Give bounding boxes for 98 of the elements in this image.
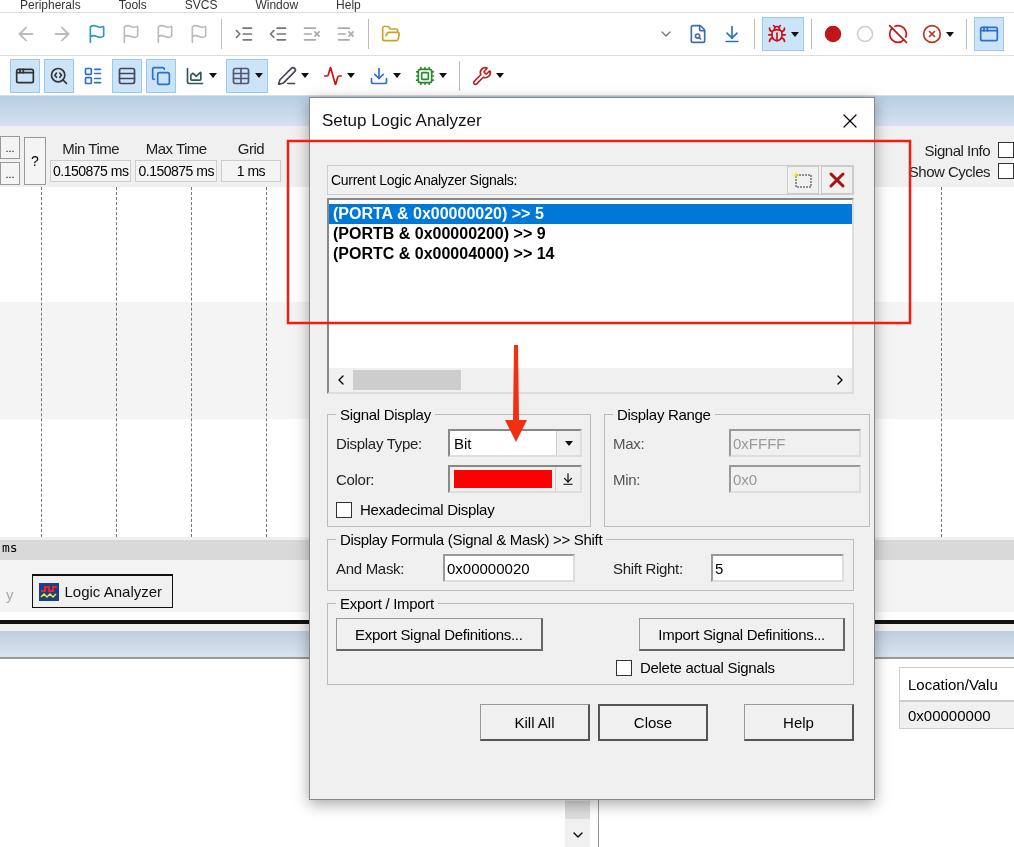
time-label: Max Time bbox=[145, 139, 207, 157]
caret-icon bbox=[209, 73, 217, 78]
scroll-thumb[interactable] bbox=[565, 801, 590, 819]
windows-icon bbox=[151, 65, 171, 86]
checkbox-label: Delete actual Signals bbox=[640, 659, 775, 676]
circle-cross-icon bbox=[922, 24, 942, 44]
menu-item[interactable]: Window bbox=[255, 0, 299, 12]
ellipsis-button[interactable]: ... bbox=[0, 136, 20, 159]
search-document-icon bbox=[49, 65, 69, 86]
caret-icon bbox=[946, 31, 954, 37]
time-value: 1 ms bbox=[220, 159, 281, 182]
document-search-icon bbox=[688, 24, 708, 44]
table-cell: 0x00000000 bbox=[899, 701, 1014, 729]
caret-icon bbox=[791, 31, 799, 37]
field-label: Min: bbox=[613, 470, 642, 488]
field-label: Color: bbox=[336, 470, 376, 488]
time-value: 0.150875 ms bbox=[50, 159, 132, 182]
and-mask-field[interactable]: 0x00000020 bbox=[443, 554, 575, 582]
toolbar-button[interactable] bbox=[112, 58, 142, 93]
tools-icon bbox=[472, 65, 492, 86]
option-label: Show Cycles bbox=[908, 162, 990, 180]
group-title: Signal Display bbox=[339, 406, 432, 423]
menu-item[interactable]: Tools bbox=[118, 0, 147, 12]
edit-icon bbox=[277, 65, 297, 86]
menu-item[interactable]: SVCS bbox=[184, 0, 218, 12]
window-icon bbox=[979, 24, 999, 44]
flag-icon bbox=[121, 24, 141, 44]
indent-icon bbox=[234, 24, 254, 44]
new-signal-button[interactable] bbox=[787, 166, 819, 194]
debug-icon bbox=[767, 24, 787, 44]
toolbar-button[interactable] bbox=[10, 58, 40, 93]
display-type-select[interactable]: Bit bbox=[448, 429, 582, 457]
caret-icon bbox=[564, 440, 573, 446]
checkbox[interactable] bbox=[616, 659, 632, 676]
toolbar-button[interactable] bbox=[226, 58, 268, 93]
color-picker[interactable] bbox=[448, 465, 582, 493]
field-label: Max: bbox=[613, 434, 646, 452]
dialog-button[interactable]: Help bbox=[744, 704, 854, 741]
window-list-icon bbox=[83, 65, 103, 86]
caret-icon bbox=[439, 73, 447, 78]
time-label: Min Time bbox=[62, 139, 120, 157]
dialog-button[interactable]: Close bbox=[598, 704, 708, 741]
delete-signal-button[interactable] bbox=[821, 166, 853, 194]
signal-item[interactable]: (PORTB & 0x00000200) >> 9 bbox=[329, 224, 852, 244]
toolbar-button[interactable] bbox=[44, 58, 74, 93]
breakpoint-icon bbox=[824, 25, 842, 43]
import-button[interactable]: Import Signal Definitions... bbox=[639, 618, 845, 651]
dialog-button[interactable]: Kill All bbox=[480, 704, 590, 741]
download-icon bbox=[369, 65, 389, 86]
flag-icon bbox=[189, 24, 209, 44]
caret-icon bbox=[347, 73, 355, 78]
signal-list[interactable]: (PORTA & 0x00000020) >> 5 (PORTB & 0x00000200) >> 9 (PORTC & 0x00004000) >> 14 bbox=[327, 198, 854, 394]
trace-icon bbox=[323, 65, 343, 86]
group-title: Export / Import bbox=[339, 595, 435, 612]
list-icon bbox=[336, 24, 356, 44]
checkbox[interactable] bbox=[998, 142, 1014, 158]
table-icon bbox=[231, 65, 251, 86]
time-label: Grid bbox=[237, 139, 265, 157]
horizontal-scrollbar[interactable] bbox=[329, 368, 852, 392]
caret-icon bbox=[255, 73, 263, 78]
tab[interactable]: Logic Analyzer bbox=[31, 574, 174, 608]
down-arrow-icon[interactable] bbox=[560, 472, 575, 486]
outdent-icon bbox=[268, 24, 288, 44]
caret-icon bbox=[393, 73, 401, 78]
menu-item[interactable]: Peripherals bbox=[20, 0, 81, 12]
field-label: Display Type: bbox=[336, 434, 423, 452]
option-label: Signal Info bbox=[924, 141, 990, 159]
waveform-icon bbox=[38, 582, 59, 601]
new-item-icon bbox=[793, 171, 813, 189]
chip-icon bbox=[415, 65, 435, 86]
column-header: Location/Valu bbox=[899, 667, 1014, 701]
checkbox[interactable] bbox=[336, 501, 352, 518]
ellipsis-button[interactable]: ... bbox=[0, 162, 20, 185]
caret-icon bbox=[496, 73, 504, 78]
rows-icon bbox=[117, 65, 137, 86]
scroll-thumb[interactable] bbox=[353, 370, 461, 390]
time-value: 0.150875 ms bbox=[135, 159, 217, 182]
menu-item[interactable]: Help bbox=[336, 0, 361, 12]
checkbox-label: Hexadecimal Display bbox=[360, 501, 495, 518]
signal-item[interactable]: (PORTC & 0x00004000) >> 14 bbox=[329, 244, 852, 264]
chart-icon bbox=[185, 65, 205, 86]
help-button[interactable]: ? bbox=[24, 136, 46, 185]
shift-right-field[interactable]: 5 bbox=[711, 554, 844, 582]
export-button[interactable]: Export Signal Definitions... bbox=[336, 618, 543, 651]
circle-icon bbox=[856, 25, 874, 43]
field-label: Shift Right: bbox=[613, 559, 684, 577]
list-icon bbox=[302, 24, 322, 44]
field-label: And Mask: bbox=[336, 559, 406, 577]
flag-icon bbox=[155, 24, 175, 44]
checkbox[interactable] bbox=[998, 163, 1014, 179]
dialog-title: Setup Logic Analyzer bbox=[322, 110, 482, 131]
signal-item[interactable]: (PORTA & 0x00000020) >> 5 bbox=[329, 204, 852, 224]
group-title: Display Range bbox=[616, 406, 712, 423]
flag-icon bbox=[87, 24, 107, 44]
download-arrow-icon bbox=[722, 24, 742, 44]
caret-icon bbox=[301, 73, 309, 78]
folder-icon bbox=[381, 24, 401, 44]
signals-label: Current Logic Analyzer Signals: bbox=[331, 172, 518, 188]
